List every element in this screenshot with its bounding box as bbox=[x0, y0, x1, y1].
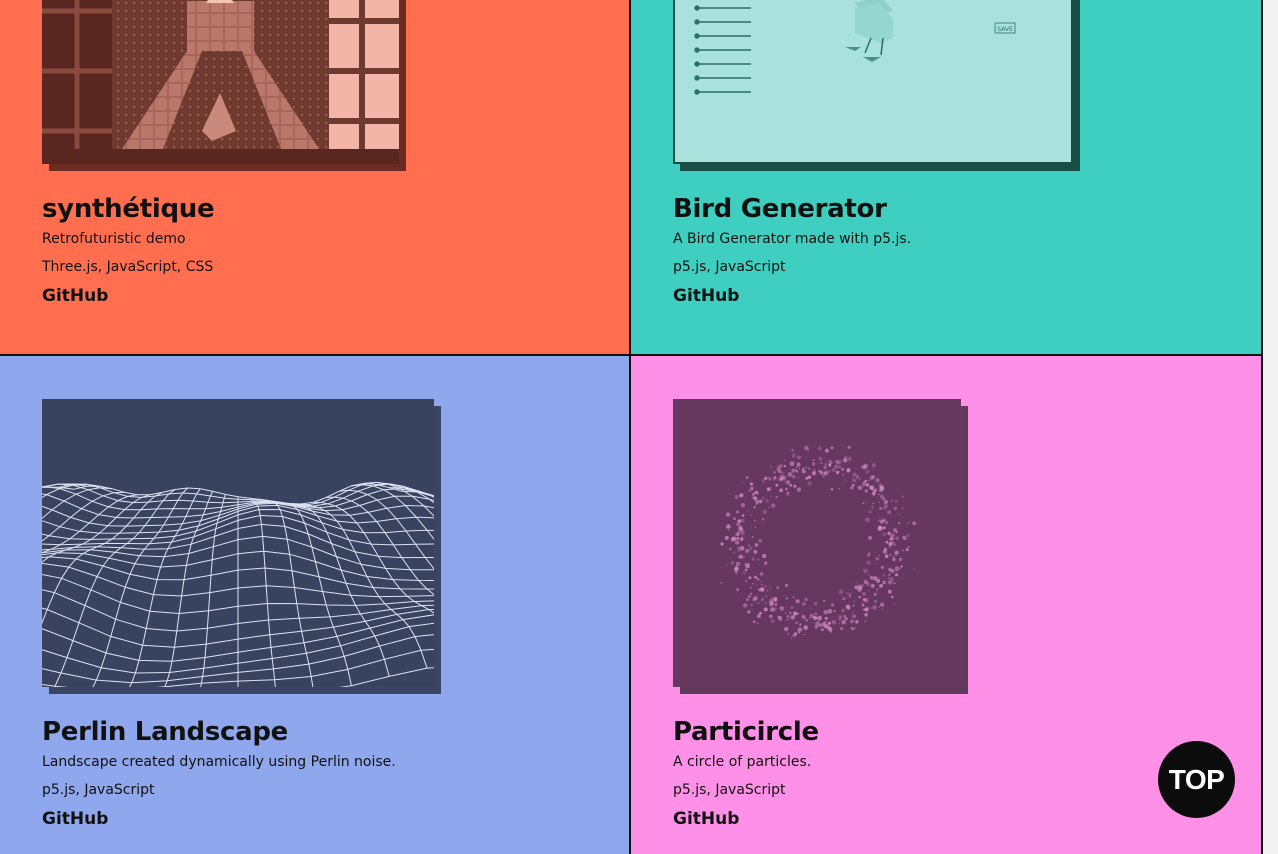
retro-corridor-image bbox=[42, 0, 399, 164]
project-title: Particircle bbox=[673, 717, 819, 747]
project-description: Retrofuturistic demo bbox=[42, 231, 186, 247]
wireframe-landscape-image bbox=[42, 399, 434, 687]
project-tech-stack: Three.js, JavaScript, CSS bbox=[42, 259, 214, 275]
project-card-synthetique: synthétique Retrofuturistic demo Three.j… bbox=[0, 0, 631, 356]
particle-circle-image bbox=[673, 399, 961, 687]
github-link[interactable]: GitHub bbox=[42, 285, 108, 307]
project-tech-stack: p5.js, JavaScript bbox=[42, 782, 155, 798]
project-title: synthétique bbox=[42, 194, 215, 224]
project-info: Bird Generator A Bird Generator made wit… bbox=[673, 194, 911, 307]
project-card-bird-generator: SAVE Bird Generator A Bird Generator mad… bbox=[631, 0, 1263, 356]
github-link[interactable]: GitHub bbox=[673, 285, 739, 307]
github-link[interactable]: GitHub bbox=[42, 808, 108, 830]
project-description: Landscape created dynamically using Perl… bbox=[42, 754, 396, 770]
project-description: A Bird Generator made with p5.js. bbox=[673, 231, 912, 247]
github-link[interactable]: GitHub bbox=[673, 808, 739, 830]
project-tech-stack: p5.js, JavaScript bbox=[673, 782, 786, 798]
page-edge bbox=[1263, 0, 1278, 854]
projects-grid: synthétique Retrofuturistic demo Three.j… bbox=[0, 0, 1263, 854]
thumb-save-label: SAVE bbox=[997, 26, 1013, 33]
back-to-top-button[interactable]: TOP bbox=[1158, 741, 1235, 818]
bird-generator-image: SAVE bbox=[673, 0, 1073, 164]
project-info: Perlin Landscape Landscape created dynam… bbox=[42, 717, 396, 830]
project-description: A circle of particles. bbox=[673, 754, 812, 770]
project-title: Perlin Landscape bbox=[42, 717, 289, 747]
project-info: synthétique Retrofuturistic demo Three.j… bbox=[42, 194, 215, 307]
project-card-perlin-landscape: Perlin Landscape Landscape created dynam… bbox=[0, 356, 631, 854]
project-info: Particircle A circle of particles. p5.js… bbox=[673, 717, 819, 830]
project-tech-stack: p5.js, JavaScript bbox=[673, 259, 786, 275]
project-title: Bird Generator bbox=[673, 194, 887, 224]
